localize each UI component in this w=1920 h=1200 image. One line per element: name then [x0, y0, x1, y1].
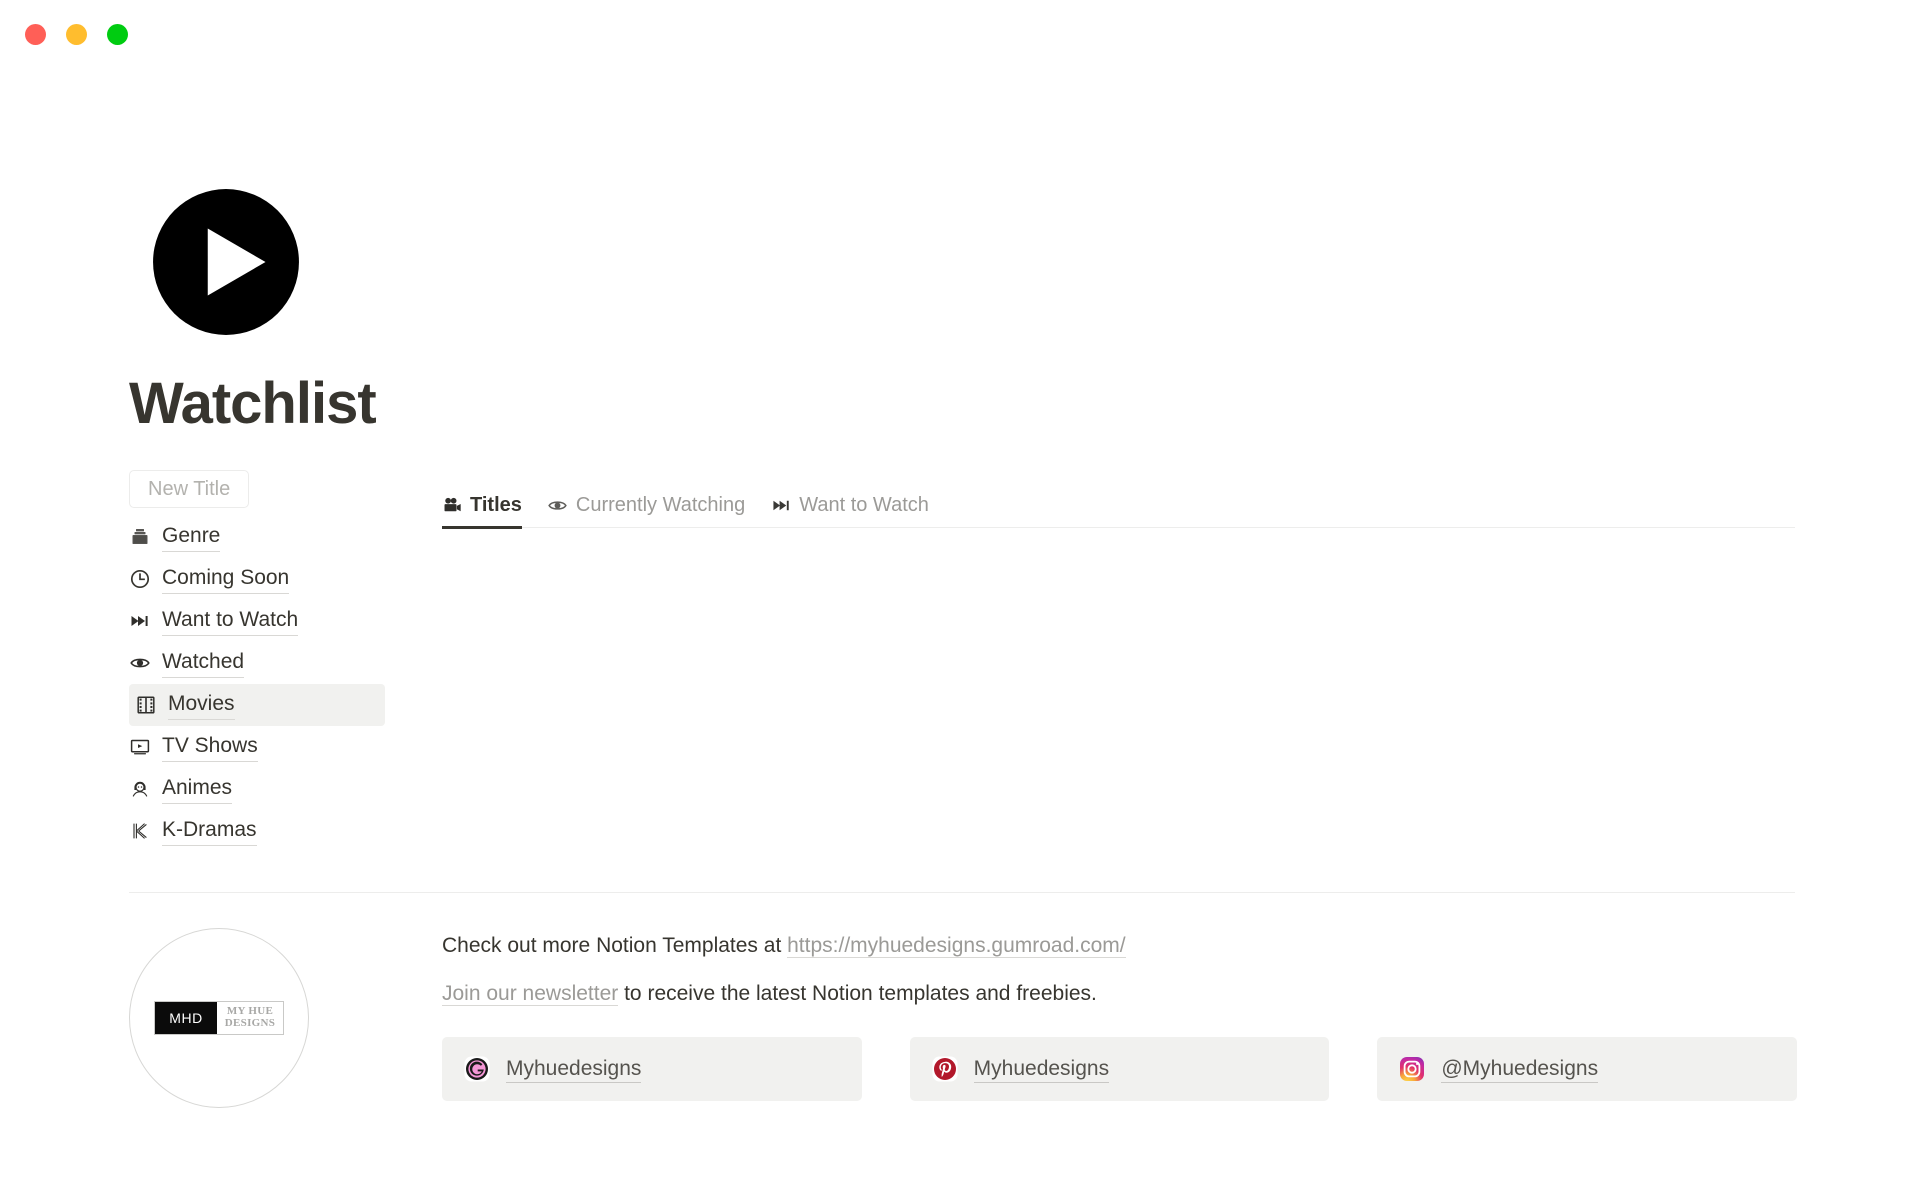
close-window-button[interactable] [25, 24, 46, 45]
promo-prefix: Check out more Notion Templates at [442, 934, 788, 957]
sidebar-item-label: Coming Soon [162, 564, 290, 595]
social-label: @Myhuedesigns [1441, 1055, 1599, 1084]
logo-wordmark-line2: DESIGNS [224, 1017, 276, 1029]
fast-forward-icon [771, 496, 791, 516]
sidebar-item-label: Genre [162, 522, 221, 553]
sidebar-item-genre[interactable]: Genre [129, 516, 385, 558]
eye-icon [548, 496, 568, 516]
sidebar-item-label: Watched [162, 648, 245, 679]
social-card-pinterest[interactable]: Myhuedesigns [909, 1037, 1330, 1101]
tab-label: Want to Watch [799, 494, 929, 516]
new-title-button[interactable]: New Title [129, 470, 250, 508]
newsletter-suffix: to receive the latest Notion templates a… [618, 981, 1097, 1005]
maximize-window-button[interactable] [107, 24, 128, 45]
logo-plate: MHD MY HUE DESIGNS [154, 1001, 284, 1035]
sidebar-item-label: TV Shows [162, 732, 258, 763]
tab-label: Currently Watching [575, 494, 746, 516]
card-index-icon [129, 526, 151, 548]
tab-titles[interactable]: Titles [442, 494, 522, 529]
television-icon [129, 736, 151, 758]
sidebar-item-tv-shows[interactable]: TV Shows [129, 726, 385, 768]
page-title: Watchlist [129, 371, 377, 436]
sidebar-item-coming-soon[interactable]: Coming Soon [129, 558, 385, 600]
window-controls [25, 24, 128, 45]
sidebar-item-watched[interactable]: Watched [129, 642, 385, 684]
sidebar-item-label: Animes [162, 774, 233, 805]
social-card-instagram[interactable]: @Myhuedesigns [1377, 1037, 1798, 1101]
person-bob-hair-icon [129, 778, 151, 800]
app-window: Watchlist New Title Genre Coming Soon Wa… [0, 0, 1920, 1200]
social-label: Myhuedesigns [973, 1055, 1110, 1084]
social-card-gumroad[interactable]: Myhuedesigns [442, 1037, 862, 1101]
sidebar-item-label: K-Dramas [162, 816, 257, 847]
sidebar-item-movies[interactable]: Movies [129, 684, 385, 726]
play-button-icon[interactable] [150, 186, 302, 338]
social-label: Myhuedesigns [506, 1055, 642, 1084]
newsletter-link[interactable]: Join our newsletter [442, 981, 619, 1006]
instagram-icon [1399, 1056, 1425, 1082]
tab-list: Titles Currently Watching Want to Watch [442, 482, 1795, 529]
footer-content: Check out more Notion Templates at https… [442, 930, 1798, 1101]
sidebar-item-label: Movies [168, 690, 235, 721]
logo-wordmark: MY HUE DESIGNS [217, 1002, 283, 1034]
logo-initials: MHD [155, 1002, 217, 1034]
eye-icon [129, 652, 151, 674]
content-tabs: Titles Currently Watching Want to Watch [442, 482, 1795, 529]
minimize-window-button[interactable] [66, 24, 87, 45]
sidebar-item-animes[interactable]: Animes [129, 768, 385, 810]
gumroad-icon [464, 1056, 490, 1082]
tab-currently-watching[interactable]: Currently Watching [548, 494, 745, 527]
letter-k-icon [129, 820, 151, 842]
tab-label: Titles [470, 494, 522, 516]
clock-icon [129, 568, 151, 590]
brand-logo: MHD MY HUE DESIGNS [129, 928, 309, 1108]
newsletter-line: Join our newsletter to receive the lates… [442, 978, 1797, 1010]
fast-forward-icon [129, 610, 151, 632]
movie-camera-icon [442, 496, 462, 516]
gumroad-store-link[interactable]: https://myhuedesigns.gumroad.com/ [787, 934, 1126, 958]
sidebar-item-want-to-watch[interactable]: Want to Watch [129, 600, 385, 642]
footer-divider [129, 892, 1795, 893]
film-frames-icon [135, 694, 157, 716]
pinterest-icon [932, 1056, 958, 1082]
promo-line: Check out more Notion Templates at https… [442, 930, 1797, 962]
sidebar-nav: New Title Genre Coming Soon Want to Watc… [129, 470, 389, 852]
social-links-row: Myhuedesigns Myhuedesigns @Myhuedesigns [442, 1037, 1798, 1101]
tab-want-to-watch[interactable]: Want to Watch [771, 494, 929, 527]
sidebar-item-k-dramas[interactable]: K-Dramas [129, 810, 385, 852]
sidebar-item-label: Want to Watch [162, 606, 299, 637]
